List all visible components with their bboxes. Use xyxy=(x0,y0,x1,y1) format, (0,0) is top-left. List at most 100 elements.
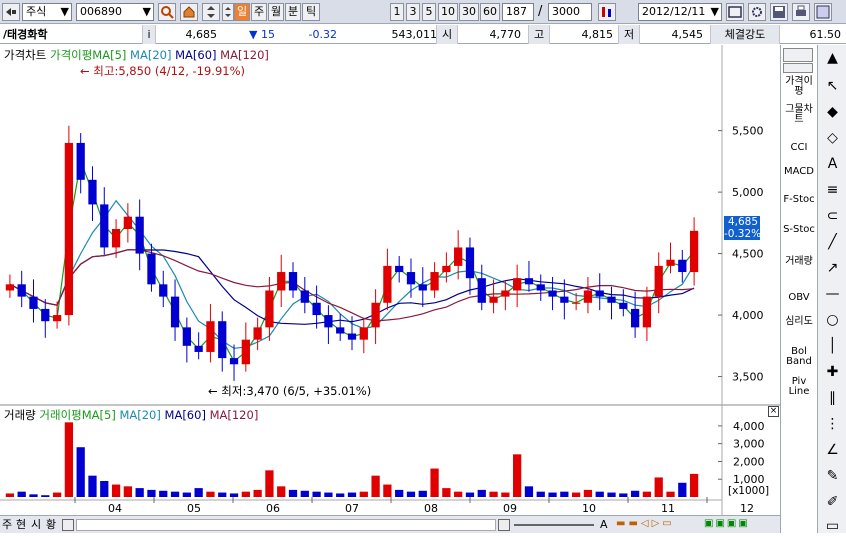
indicator-cci[interactable]: CCI xyxy=(783,143,815,153)
magnet-icon[interactable]: ⊂ xyxy=(823,207,842,226)
candle-body xyxy=(17,284,26,297)
bottom-button-market[interactable]: 시 xyxy=(31,517,41,533)
indicator-macd[interactable]: MACD xyxy=(783,167,815,177)
print-icon[interactable] xyxy=(792,3,810,21)
indicator-ma[interactable]: 가격이평 xyxy=(783,77,815,97)
volume-bar xyxy=(630,490,640,497)
search-icon[interactable] xyxy=(158,3,176,21)
volume-bar xyxy=(666,491,675,497)
save-icon[interactable] xyxy=(770,3,788,21)
zoom-slider[interactable] xyxy=(514,524,594,526)
candle-body xyxy=(619,302,628,309)
cursor-icon[interactable]: ↖ xyxy=(823,77,842,96)
view-count-input[interactable]: 187 xyxy=(502,3,534,21)
arrow-line-icon[interactable]: ↗ xyxy=(823,259,842,278)
interval-button-10[interactable]: 10 xyxy=(438,3,458,21)
updown-icon[interactable] xyxy=(202,3,220,21)
bottom-button-status[interactable]: 황 xyxy=(46,517,56,533)
horizontal-line-icon[interactable]: — xyxy=(823,285,842,304)
period-button-minute[interactable]: 분 xyxy=(285,3,301,21)
volume-bar xyxy=(347,492,357,497)
erase-all-icon[interactable]: ◇ xyxy=(823,129,842,148)
interval-button-5[interactable]: 5 xyxy=(422,3,436,21)
candle-body xyxy=(312,302,321,316)
chart-type-icon[interactable] xyxy=(598,3,616,21)
scroll-down-icon[interactable] xyxy=(783,63,813,73)
gann-icon[interactable]: ∠ xyxy=(823,441,842,460)
volume-bar xyxy=(253,489,262,497)
indicator-grid-chart[interactable]: 그물차트 xyxy=(783,105,815,125)
info-tag[interactable]: i xyxy=(142,25,156,44)
candle-body xyxy=(76,142,85,180)
text-icon[interactable]: A xyxy=(823,155,842,174)
legend-vol-ma5[interactable]: 거래이평MA[5] xyxy=(39,408,115,422)
cross-icon[interactable]: ✚ xyxy=(823,363,842,382)
volume-bar xyxy=(536,491,545,497)
pencil-icon[interactable]: ✎ xyxy=(823,467,842,486)
brush-icon[interactable]: ✐ xyxy=(823,493,842,512)
bottom-button-week[interactable]: 주 xyxy=(2,517,12,533)
indicator-bollinger[interactable]: Bol Band xyxy=(783,347,815,367)
candle-body xyxy=(41,308,50,322)
legend-ma120[interactable]: MA[120] xyxy=(220,48,269,62)
candle-body xyxy=(29,296,38,309)
indicator-pivot[interactable]: Piv Line xyxy=(783,377,815,397)
interval-button-30[interactable]: 30 xyxy=(459,3,479,21)
interval-button-1[interactable]: 1 xyxy=(390,3,404,21)
gear-icon[interactable] xyxy=(748,3,766,21)
interval-button-3[interactable]: 3 xyxy=(406,3,420,21)
channel-icon[interactable]: ∥ xyxy=(823,389,842,408)
trend-line-icon[interactable]: ╱ xyxy=(823,233,842,252)
indicator-psychology[interactable]: 심리도 xyxy=(783,317,815,327)
close-panel-icon[interactable]: × xyxy=(768,406,779,417)
fibonacci-icon[interactable]: ⋮ xyxy=(823,415,842,434)
total-count-input[interactable]: 3000 xyxy=(548,3,592,21)
bottom-button-current[interactable]: 현 xyxy=(16,517,26,533)
period-button-month[interactable]: 월 xyxy=(268,3,284,21)
legend-vol-ma120[interactable]: MA[120] xyxy=(210,408,259,422)
chart-scrollbar[interactable] xyxy=(76,519,496,531)
candle-body xyxy=(135,216,144,254)
low-price: 4,545 xyxy=(671,28,704,41)
legend-ma60[interactable]: MA[60] xyxy=(175,48,216,62)
volume-bar xyxy=(501,492,510,497)
menu-icon[interactable] xyxy=(2,3,20,21)
indicator-sstoc[interactable]: S-Stoc xyxy=(783,225,815,235)
scroll-up-icon[interactable]: ▲ xyxy=(823,49,842,68)
indicator-obv[interactable]: OBV xyxy=(783,293,815,303)
legend-vol-ma60[interactable]: MA[60] xyxy=(165,408,206,422)
legend-ma20[interactable]: MA[20] xyxy=(130,48,171,62)
vertical-line-icon[interactable]: │ xyxy=(823,337,842,356)
period-button-week[interactable]: 주 xyxy=(251,3,267,21)
volume-bar xyxy=(147,489,156,497)
volume-bar xyxy=(182,492,191,497)
home-icon[interactable] xyxy=(180,3,198,21)
candle-body xyxy=(265,290,274,328)
chart-svg[interactable]: 5,500 5,000 4,500 4,000 3,500 4,000 3,000 2,00… xyxy=(0,45,780,515)
date-input[interactable]: 2012/12/11 ▼ xyxy=(638,3,722,21)
circle-icon[interactable]: ○ xyxy=(823,311,842,330)
indicator-volume[interactable]: 거래량 xyxy=(783,257,815,267)
scroll-left-icon[interactable] xyxy=(62,519,74,531)
view-controls-icon[interactable]: ▣▣▣▣ xyxy=(704,518,774,532)
interval-button-60[interactable]: 60 xyxy=(480,3,500,21)
page-icon[interactable]: ▭ xyxy=(823,517,842,536)
eraser-icon[interactable]: ◆ xyxy=(823,103,842,122)
spinner-icon[interactable] xyxy=(222,3,234,21)
chart-area[interactable]: 5,500 5,000 4,500 4,000 3,500 4,000 3,000 2,00… xyxy=(0,45,780,515)
help-icon[interactable] xyxy=(814,3,832,21)
window-icon[interactable] xyxy=(726,3,744,21)
high-annotation: ← 최고:5,850 (4/12, -19.91%) xyxy=(80,64,246,78)
zoom-text-icon[interactable]: A xyxy=(600,518,614,532)
indicator-fstoc[interactable]: F-Stoc xyxy=(783,195,815,205)
period-button-tick[interactable]: 틱 xyxy=(302,3,320,21)
market-select[interactable]: 주식 ▼ xyxy=(22,3,72,21)
legend-vol-ma20[interactable]: MA[20] xyxy=(119,408,160,422)
code-input[interactable]: 006890 ▼ xyxy=(76,3,154,21)
volume-bar xyxy=(524,486,534,497)
scroll-right-icon[interactable] xyxy=(498,519,510,531)
legend-ma5[interactable]: 가격이평MA[5] xyxy=(50,48,126,62)
scroll-up-icon[interactable] xyxy=(783,48,813,62)
period-button-day[interactable]: 일 xyxy=(234,3,250,21)
horizontal-lines-icon[interactable]: ≡ xyxy=(823,181,842,200)
